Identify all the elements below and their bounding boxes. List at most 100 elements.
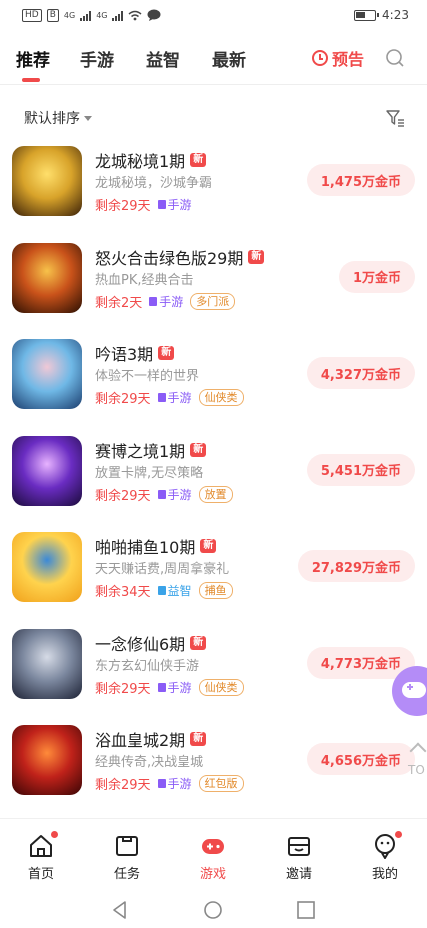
sort-dropdown[interactable]: 默认排序	[24, 108, 92, 128]
nav-profile[interactable]: 我的	[355, 831, 415, 882]
days-remaining: 剩余29天	[95, 199, 151, 214]
gamepad-icon	[402, 682, 426, 698]
network-label-2: 4G	[96, 10, 108, 20]
nav-home-label: 首页	[27, 867, 54, 882]
back-icon[interactable]	[110, 900, 130, 920]
game-category: 手游	[157, 775, 192, 792]
new-badge: 新	[158, 346, 175, 360]
game-list-item[interactable]: 赛博之境1期 新 放置卡牌,无尽策略 剩余29天 手游 放置 5,451万金币	[0, 435, 427, 532]
chevron-up-icon	[409, 742, 427, 760]
game-list-item[interactable]: 吟语3期 新 体验不一样的世界 剩余29天 手游 仙侠类 4,327万金币	[0, 339, 427, 435]
category-icon	[157, 586, 166, 595]
nav-invite-label: 邀请	[285, 867, 312, 882]
nav-profile-label: 我的	[371, 867, 398, 882]
nav-tasks-label: 任务	[113, 867, 140, 882]
category-icon	[157, 779, 166, 788]
game-description: 龙城秘境，沙城争霸	[95, 176, 213, 191]
home-circle-icon[interactable]	[203, 900, 223, 920]
game-title: 浴血皇城2期	[95, 731, 186, 750]
category-icon	[149, 296, 158, 306]
reward-button[interactable]: 5,451万金币	[306, 453, 415, 486]
back-to-top-label: TO	[408, 763, 425, 777]
category-label: 手游	[167, 680, 192, 695]
caret-down-icon	[84, 115, 92, 121]
game-description: 东方玄幻仙侠手游	[95, 658, 200, 674]
new-badge: 新	[190, 732, 207, 746]
tab-latest[interactable]: 最新	[212, 46, 246, 71]
reward-button[interactable]: 1,475万金币	[306, 164, 415, 196]
profile-icon	[375, 834, 395, 860]
game-thumbnail	[12, 725, 82, 795]
category-icon	[157, 682, 166, 692]
top-tabs: 推荐 手游 益智 最新 预告	[0, 40, 427, 84]
days-remaining: 剩余2天	[95, 295, 143, 311]
network-label-1: 4G	[63, 10, 76, 20]
nav-games-label: 游戏	[199, 867, 226, 882]
game-category: 手游	[157, 389, 192, 406]
game-title: 怒火合击绿色版29期	[95, 248, 244, 268]
battery-icon	[354, 9, 380, 21]
category-label: 手游	[167, 391, 192, 405]
signal-icon	[80, 10, 92, 21]
active-tab-indicator	[22, 78, 40, 82]
back-to-top-button[interactable]: TO	[406, 742, 427, 785]
game-tag: 捕鱼	[198, 582, 233, 599]
nav-invite[interactable]: 邀请	[269, 833, 329, 882]
signal-icon-2	[112, 10, 124, 21]
game-title: 啪啪捕鱼10期	[95, 538, 196, 557]
days-remaining: 剩余29天	[95, 681, 151, 697]
category-label: 手游	[167, 777, 192, 791]
game-list-item[interactable]: 龙城秘境1期 新 龙城秘境，沙城争霸 剩余29天 手游 1,475万金币	[0, 146, 427, 242]
game-description: 放置卡牌,无尽策略	[95, 465, 204, 481]
search-icon[interactable]	[385, 48, 405, 68]
bottom-nav: 首页 任务 游戏 邀请 我的	[0, 818, 427, 888]
filter-icon[interactable]	[385, 108, 405, 128]
game-description: 经典传奇,决战皇城	[95, 755, 204, 770]
game-thumbnail	[12, 628, 82, 699]
reward-button[interactable]: 27,829万金币	[297, 550, 415, 582]
game-list-item[interactable]: 一念修仙6期 新 东方玄幻仙侠手游 剩余29天 手游 仙侠类 4,773万金币	[0, 628, 427, 725]
game-thumbnail	[12, 242, 82, 313]
nav-games[interactable]: 游戏	[183, 833, 243, 882]
sort-label: 默认排序	[24, 111, 80, 127]
category-icon	[157, 393, 166, 402]
recents-icon[interactable]	[296, 900, 316, 920]
game-description: 体验不一样的世界	[95, 369, 200, 384]
task-icon	[116, 836, 138, 856]
reward-button[interactable]: 4,656万金币	[306, 743, 415, 775]
game-description: 热血PK,经典合击	[95, 272, 194, 288]
game-thumbnail	[12, 532, 82, 602]
nav-tasks[interactable]: 任务	[97, 833, 157, 882]
category-icon	[157, 200, 166, 209]
reward-button[interactable]: 1万金币	[338, 260, 415, 293]
game-title: 吟语3期	[95, 345, 154, 364]
game-tag: 仙侠类	[198, 678, 244, 696]
tab-mobile-games[interactable]: 手游	[80, 46, 114, 71]
category-label: 手游	[167, 487, 192, 502]
game-category: 手游	[149, 293, 183, 310]
reward-button[interactable]: 4,327万金币	[306, 357, 415, 389]
tab-puzzle[interactable]: 益智	[146, 46, 180, 71]
category-icon	[157, 489, 166, 499]
new-badge: 新	[190, 635, 207, 650]
b-indicator: B	[46, 8, 59, 22]
invite-icon	[288, 837, 310, 856]
game-tag: 红包版	[198, 775, 244, 792]
game-list-item[interactable]: 啪啪捕鱼10期 新 天天赚话费,周周拿豪礼 剩余34天 益智 捕鱼 27,829…	[0, 532, 427, 628]
preview-label: 预告	[332, 50, 365, 69]
new-badge: 新	[200, 539, 217, 553]
game-category: 益智	[157, 582, 192, 599]
home-icon	[30, 835, 52, 857]
game-icon	[202, 839, 224, 854]
hd-indicator: HD	[22, 8, 42, 22]
game-title: 赛博之境1期	[95, 441, 186, 461]
nav-home[interactable]: 首页	[11, 831, 71, 882]
days-remaining: 剩余29天	[95, 392, 151, 407]
game-list-item[interactable]: 浴血皇城2期 新 经典传奇,决战皇城 剩余29天 手游 红包版 4,656万金币	[0, 725, 427, 821]
category-label: 手游	[167, 198, 192, 212]
game-thumbnail	[12, 339, 82, 409]
preview-button[interactable]: 预告	[312, 46, 364, 70]
game-thumbnail	[12, 146, 82, 216]
tab-recommend[interactable]: 推荐	[16, 46, 50, 71]
game-list-item[interactable]: 怒火合击绿色版29期 新 热血PK,经典合击 剩余2天 手游 多门派 1万金币	[0, 242, 427, 339]
